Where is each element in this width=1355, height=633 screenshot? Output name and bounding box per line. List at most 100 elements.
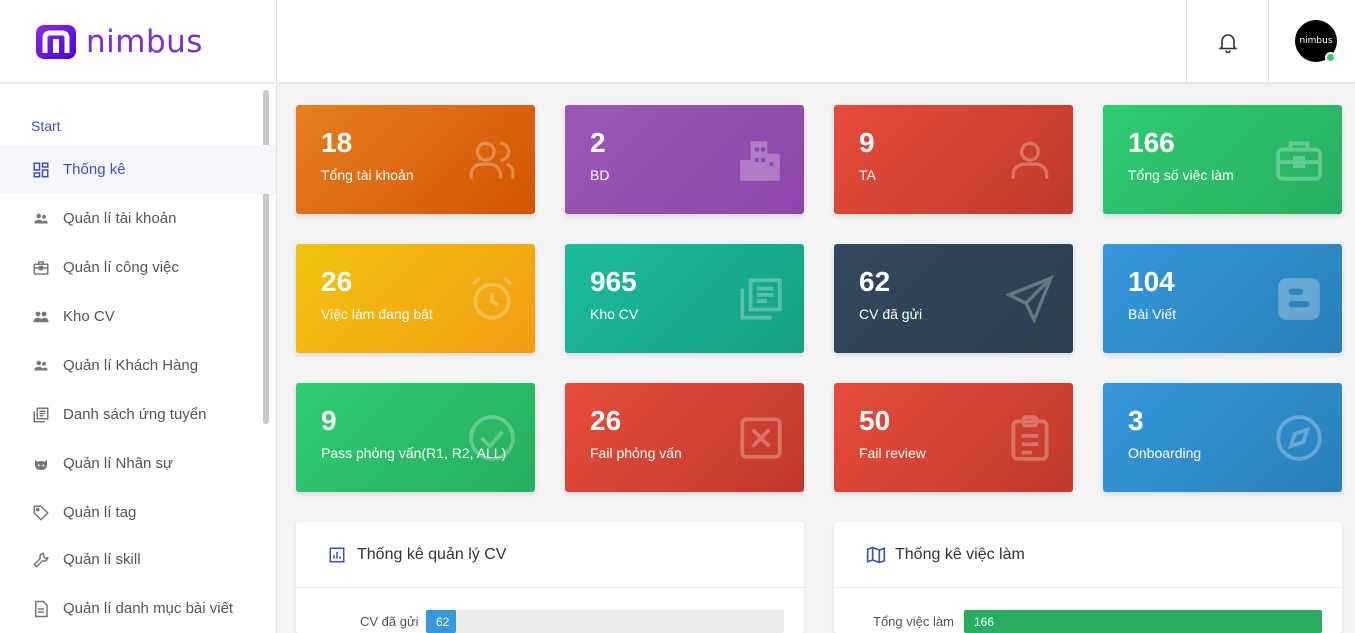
bar-row-total-jobs: Tổng việc làm 166 — [873, 610, 1322, 633]
users-icon — [467, 135, 517, 185]
stat-card-active-jobs[interactable]: 26 Việc làm đang bật — [296, 244, 535, 353]
document-icon — [31, 599, 51, 619]
sidebar-item-jobs[interactable]: Quản lí công việc — [0, 243, 276, 292]
bar-value: 62 — [436, 614, 450, 629]
sidebar-item-customers[interactable]: Quản lí Khách Hàng — [0, 341, 276, 390]
stat-card-bd[interactable]: 2 BD — [565, 105, 804, 214]
online-status-dot — [1325, 52, 1336, 63]
alarm-icon — [467, 274, 517, 324]
stat-value: 104 — [1128, 266, 1175, 297]
stat-label: Việc làm đang bật — [321, 306, 433, 322]
stat-value: 166 — [1128, 127, 1175, 158]
stat-label: BD — [590, 167, 610, 183]
sidebar-item-hr[interactable]: Quản lí Nhân sự — [0, 439, 276, 488]
bar-fill: 62 — [426, 610, 457, 633]
stat-value: 3 — [1128, 405, 1144, 436]
compass-icon — [1274, 413, 1324, 463]
sidebar-item-accounts[interactable]: Quản lí tài khoản — [0, 194, 276, 243]
users-icon — [31, 209, 51, 229]
sidebar-item-dashboard[interactable]: Thống kê — [0, 145, 276, 194]
github-icon — [31, 454, 51, 474]
stat-label: Tổng tài khoản — [321, 167, 414, 183]
building-icon — [736, 135, 786, 185]
bar-value: 166 — [974, 614, 995, 629]
stat-card-onboarding[interactable]: 3 Onboarding — [1103, 383, 1342, 492]
dashboard-icon — [31, 160, 51, 180]
check-circle-icon — [467, 413, 517, 463]
stat-value: 62 — [859, 266, 891, 297]
sidebar-item-applications[interactable]: Danh sách ứng tuyển — [0, 390, 276, 439]
stat-value: 9 — [859, 127, 875, 158]
panel-header: Thống kê quản lý CV — [296, 522, 804, 588]
avatar-text: nimbus — [1299, 36, 1333, 46]
bar-fill: 166 — [964, 610, 1322, 633]
bar-track: 62 — [426, 610, 784, 633]
people-icon — [31, 307, 51, 327]
stat-label: TA — [859, 167, 876, 183]
panel-title: Thống kê quản lý CV — [357, 545, 507, 563]
clipboard-icon — [1005, 413, 1055, 463]
sidebar-item-label: Quản lí skill — [63, 551, 141, 568]
bar-label: CV đã gửi — [360, 614, 419, 629]
sidebar-item-label: Kho CV — [63, 308, 115, 325]
brand[interactable]: nimbus — [0, 0, 277, 83]
close-box-icon — [736, 413, 786, 463]
stat-label: Fail phỏng vấn — [590, 445, 682, 461]
stat-label: CV đã gửi — [859, 306, 923, 322]
panel-header: Thống kê việc làm — [834, 522, 1342, 588]
map-icon — [866, 545, 886, 565]
sidebar-item-tags[interactable]: Quản lí tag — [0, 488, 276, 537]
bar-row-cv-sent: CV đã gửi 62 — [360, 610, 784, 633]
sidebar-item-label: Danh sách ứng tuyển — [63, 406, 207, 423]
stat-card-total-jobs[interactable]: 166 Tổng số việc làm — [1103, 105, 1342, 214]
toolbox-icon — [1274, 135, 1324, 185]
bell-icon — [1218, 33, 1237, 53]
bar-label: Tổng việc làm — [873, 614, 954, 629]
jobs-stats-panel: Thống kê việc làm Tổng việc làm 166 — [834, 522, 1342, 633]
stat-value: 50 — [859, 405, 891, 436]
stat-card-cv-sent[interactable]: 62 CV đã gửi — [834, 244, 1073, 353]
stat-value: 26 — [321, 266, 353, 297]
library-icon — [736, 274, 786, 324]
sidebar-section-title: Start — [31, 118, 61, 134]
stat-card-cv-store[interactable]: 965 Kho CV — [565, 244, 804, 353]
sidebar-item-cv-store[interactable]: Kho CV — [0, 292, 276, 341]
notifications-button[interactable] — [1186, 0, 1269, 83]
stat-label: Kho CV — [590, 306, 639, 322]
stat-value: 9 — [321, 405, 337, 436]
panel-title: Thống kê việc làm — [895, 545, 1025, 563]
stat-card-posts[interactable]: 104 Bài Viết — [1103, 244, 1342, 353]
sidebar-item-skills[interactable]: Quản lí skill — [0, 535, 276, 584]
stat-label: Bài Viết — [1128, 306, 1176, 322]
sidebar-item-label: Quản lí tag — [63, 504, 137, 521]
brand-name: nimbus — [86, 23, 203, 60]
stat-label: Fail review — [859, 445, 926, 461]
sidebar-item-label: Quản lí công việc — [63, 259, 179, 276]
user-icon — [1005, 135, 1055, 185]
sidebar: Start Thống kê Quản lí tài khoản Quản lí… — [0, 84, 277, 633]
stat-value: 2 — [590, 127, 606, 158]
stat-label: Onboarding — [1128, 445, 1202, 461]
stat-card-fail-interview[interactable]: 26 Fail phỏng vấn — [565, 383, 804, 492]
sidebar-item-label: Quản lí danh mục bài viết — [63, 600, 234, 617]
stat-value: 965 — [590, 266, 637, 297]
bar-track: 166 — [964, 610, 1322, 633]
sidebar-item-label: Quản lí tài khoản — [63, 210, 177, 227]
briefcase-icon — [31, 258, 51, 278]
sidebar-item-label: Thống kê — [63, 161, 126, 178]
send-icon — [1005, 274, 1055, 324]
stat-card-fail-review[interactable]: 50 Fail review — [834, 383, 1073, 492]
wrench-icon — [31, 550, 51, 570]
stat-card-pass-interview[interactable]: 9 Pass phỏng vấn(R1, R2, ALL) — [296, 383, 535, 492]
stat-card-total-accounts[interactable]: 18 Tổng tài khoản — [296, 105, 535, 214]
tag-icon — [31, 503, 51, 523]
list-icon — [31, 405, 51, 425]
stat-card-ta[interactable]: 9 TA — [834, 105, 1073, 214]
cv-stats-panel: Thống kê quản lý CV CV đã gửi 62 — [296, 522, 804, 633]
customers-icon — [31, 356, 51, 376]
top-header: nimbus nimbus — [0, 0, 1355, 83]
blogger-icon — [1274, 274, 1324, 324]
sidebar-item-label: Quản lí Khách Hàng — [63, 357, 199, 374]
sidebar-item-post-categories[interactable]: Quản lí danh mục bài viết — [0, 584, 276, 633]
nimbus-logo-icon — [36, 24, 76, 59]
